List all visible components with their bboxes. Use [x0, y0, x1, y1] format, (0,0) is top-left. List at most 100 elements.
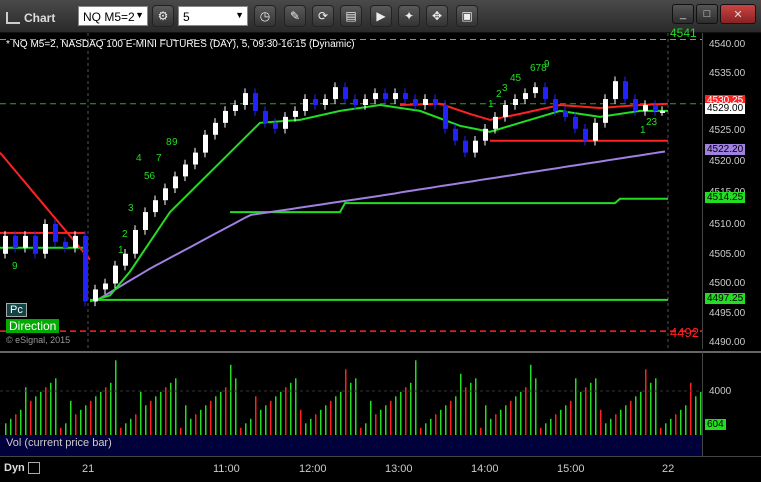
- volume-bar: [255, 396, 257, 435]
- volume-bar: [115, 360, 117, 435]
- interval-input[interactable]: 5 ▼: [178, 6, 248, 26]
- volume-axis: 4000 604: [702, 351, 761, 458]
- candle: [263, 106, 268, 128]
- volume-bar: [270, 400, 272, 435]
- price-tick: 4505.00: [709, 249, 746, 260]
- price-tick: 4500.00: [709, 278, 746, 289]
- zoom-icon[interactable]: [27, 462, 40, 475]
- candle: [133, 225, 138, 259]
- count-label: 1: [118, 245, 124, 256]
- volume-chart[interactable]: Vol (current price bar): [0, 351, 702, 458]
- pin-icon[interactable]: ✥: [426, 5, 448, 27]
- image-icon[interactable]: ▣: [456, 5, 478, 27]
- volume-bar: [240, 427, 242, 435]
- volume-bar: [585, 387, 587, 435]
- volume-bar: [295, 378, 297, 435]
- candle: [660, 106, 665, 116]
- cycle-icon[interactable]: ⟳: [312, 5, 334, 27]
- candle: [563, 106, 568, 122]
- chevron-down-icon[interactable]: ▼: [135, 10, 144, 20]
- volume-bar: [175, 378, 177, 435]
- chevron-down-icon[interactable]: ▼: [235, 10, 244, 20]
- volume-bar: [475, 378, 477, 435]
- volume-bar: [500, 409, 502, 435]
- candle: [443, 100, 448, 134]
- play-icon[interactable]: ▶: [370, 5, 392, 27]
- volume-bar: [675, 414, 677, 435]
- volume-bar: [235, 378, 237, 435]
- minimize-button[interactable]: _: [672, 4, 694, 24]
- volume-bar: [45, 387, 47, 435]
- low-marker: 4492: [670, 325, 699, 340]
- candle: [173, 171, 178, 194]
- volume-bar: [605, 423, 607, 435]
- count-label: 9: [172, 137, 178, 148]
- count-label: 3: [128, 203, 134, 214]
- candle: [23, 231, 28, 253]
- pencil-icon[interactable]: ✎: [284, 5, 306, 27]
- candle: [73, 231, 78, 253]
- volume-bar: [120, 427, 122, 435]
- volume-bar: [520, 391, 522, 435]
- volume-bar: [370, 400, 372, 435]
- direction-label[interactable]: Direction: [6, 319, 60, 333]
- count-label: 7: [156, 153, 162, 164]
- price-axis[interactable]: 4540.004535.004530.004525.004520.004515.…: [702, 33, 761, 349]
- candle: [53, 219, 58, 247]
- volume-bar: [225, 387, 227, 435]
- candle: [513, 94, 518, 110]
- volume-bar: [65, 423, 67, 435]
- volume-bar: [80, 409, 82, 435]
- candle: [643, 100, 648, 116]
- volume-bar: [5, 423, 7, 435]
- symbol-input[interactable]: NQ M5=2 ▼: [78, 6, 148, 26]
- settings-icon[interactable]: ⚙: [152, 5, 174, 27]
- close-button[interactable]: ✕: [720, 4, 756, 24]
- candle: [3, 231, 8, 259]
- candle: [43, 219, 48, 259]
- last-price-tag: 4529.00: [705, 103, 746, 114]
- volume-bar: [535, 378, 537, 435]
- volume-bar: [425, 423, 427, 435]
- candle: [163, 183, 168, 205]
- volume-bar: [280, 391, 282, 435]
- volume-bar: [600, 409, 602, 435]
- clock-icon[interactable]: ◷: [254, 5, 276, 27]
- volume-bar: [160, 391, 162, 435]
- volume-bar: [610, 418, 612, 435]
- pc-label[interactable]: Pc: [6, 303, 27, 317]
- candle: [153, 195, 158, 217]
- count-label: 4: [136, 153, 142, 164]
- dyn-button[interactable]: Dyn: [4, 462, 40, 475]
- volume-bar: [635, 396, 637, 435]
- price-tick: 4535.00: [709, 68, 746, 79]
- volume-bar: [215, 396, 217, 435]
- volume-bar: [445, 405, 447, 435]
- count-label: 45: [510, 73, 522, 84]
- count-label: 8: [166, 137, 172, 148]
- volume-bar: [55, 378, 57, 435]
- volume-bar: [260, 409, 262, 435]
- count-label: 56: [144, 171, 156, 182]
- purple-line-tag: 4522.20: [705, 144, 746, 155]
- candle: [233, 100, 238, 116]
- candle: [383, 88, 388, 104]
- wrench-icon[interactable]: ✦: [398, 5, 420, 27]
- time-tick: 12:00: [299, 463, 327, 475]
- volume-bar: [220, 391, 222, 435]
- candle: [473, 135, 478, 158]
- maximize-button[interactable]: □: [696, 4, 718, 24]
- volume-bar: [245, 423, 247, 435]
- volume-bar: [310, 418, 312, 435]
- price-chart[interactable]: * NQ M5=2, NASDAQ 100 E-MINI FUTURES (DA…: [0, 26, 702, 349]
- candle: [93, 284, 98, 307]
- volume-bar: [60, 427, 62, 435]
- volume-bar: [495, 414, 497, 435]
- volume-bar: [580, 391, 582, 435]
- candle: [403, 88, 408, 104]
- volume-bar: [20, 409, 22, 435]
- volume-bar: [390, 400, 392, 435]
- volume-bar: [505, 405, 507, 435]
- data-icon[interactable]: ▤: [340, 5, 362, 27]
- volume-bar: [155, 396, 157, 435]
